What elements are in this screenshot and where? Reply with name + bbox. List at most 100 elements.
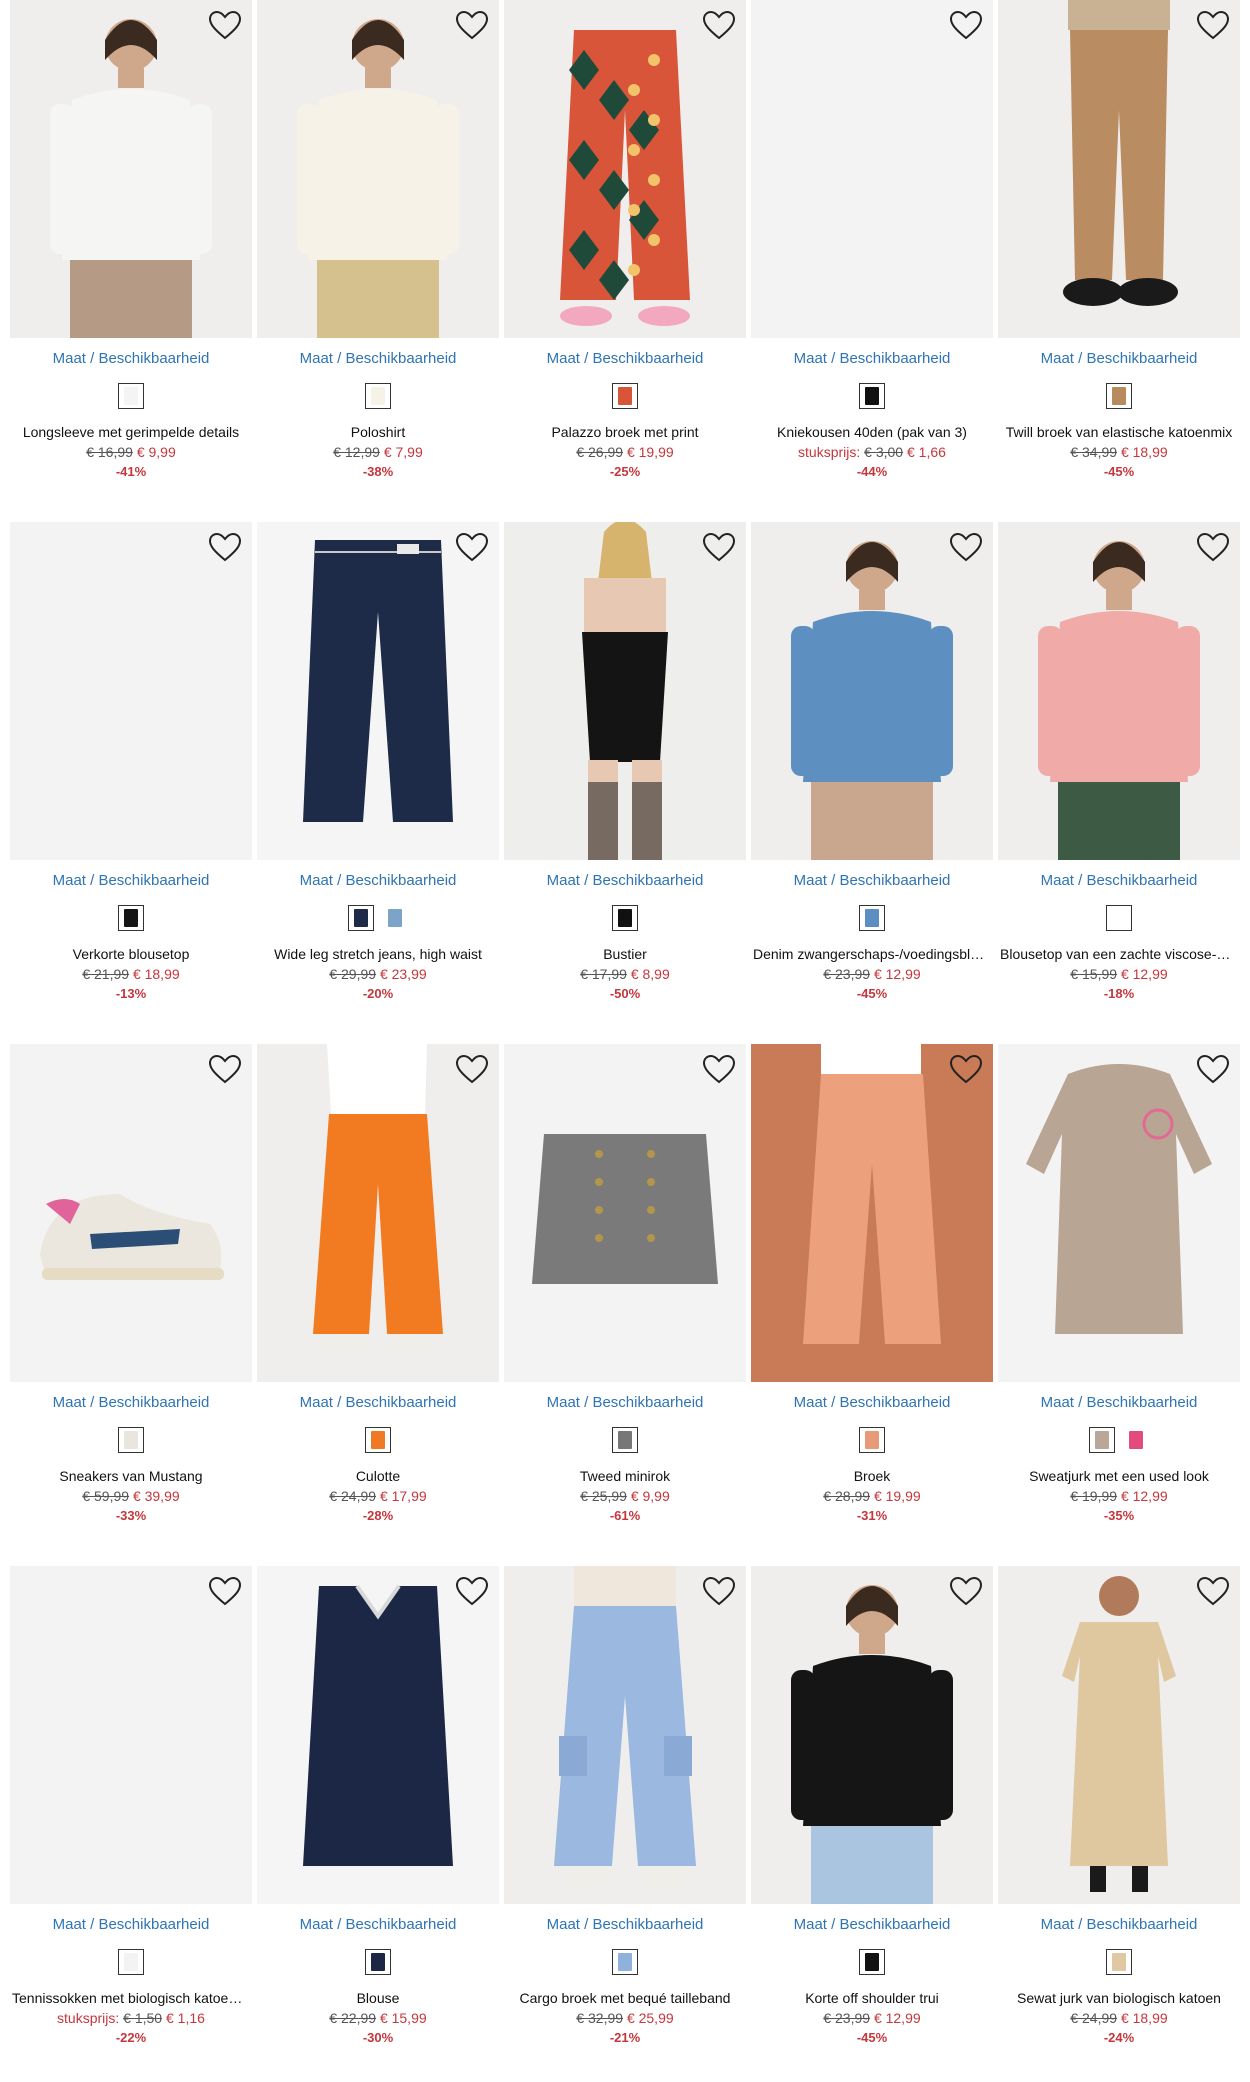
size-availability-link[interactable]: Maat / Beschikbaarheid: [998, 1394, 1240, 1411]
product-card[interactable]: Maat / Beschikbaarheid Cargo broek met be…: [504, 1566, 746, 2066]
product-image[interactable]: [504, 0, 746, 338]
color-swatch[interactable]: [612, 1427, 638, 1453]
size-availability-link[interactable]: Maat / Beschikbaarheid: [751, 1394, 993, 1411]
size-availability-link[interactable]: Maat / Beschikbaarheid: [257, 872, 499, 889]
product-title[interactable]: Palazzo broek met print: [506, 424, 744, 440]
wishlist-heart-icon[interactable]: [455, 1054, 489, 1084]
color-swatch[interactable]: [859, 1949, 885, 1975]
color-swatch[interactable]: [118, 905, 144, 931]
product-image[interactable]: [504, 522, 746, 860]
product-title[interactable]: Verkorte blousetop: [12, 946, 250, 962]
product-image[interactable]: [10, 0, 252, 338]
product-title[interactable]: Blouse: [259, 1990, 497, 2006]
product-title[interactable]: Korte off shoulder trui: [753, 1990, 991, 2006]
size-availability-link[interactable]: Maat / Beschikbaarheid: [751, 350, 993, 367]
wishlist-heart-icon[interactable]: [455, 1576, 489, 1606]
product-title[interactable]: Poloshirt: [259, 424, 497, 440]
wishlist-heart-icon[interactable]: [455, 10, 489, 40]
product-card[interactable]: Maat / Beschikbaarheid Korte off shoulder…: [751, 1566, 993, 2066]
wishlist-heart-icon[interactable]: [949, 1576, 983, 1606]
color-swatch[interactable]: [859, 383, 885, 409]
wishlist-heart-icon[interactable]: [702, 1054, 736, 1084]
color-swatch[interactable]: [859, 1427, 885, 1453]
product-image[interactable]: [257, 0, 499, 338]
product-card[interactable]: Maat / Beschikbaarheid Tennissokken met b…: [10, 1566, 252, 2066]
color-swatch[interactable]: [1106, 383, 1132, 409]
product-title[interactable]: Bustier: [506, 946, 744, 962]
color-swatch[interactable]: [118, 383, 144, 409]
product-image[interactable]: [504, 1566, 746, 1904]
product-title[interactable]: Culotte: [259, 1468, 497, 1484]
product-title[interactable]: Kniekousen 40den (pak van 3): [753, 424, 991, 440]
product-title[interactable]: Tweed minirok: [506, 1468, 744, 1484]
product-card[interactable]: Maat / Beschikbaarheid Culotte € 24,99 € 1…: [257, 1044, 499, 1544]
color-swatch[interactable]: [118, 1949, 144, 1975]
product-card[interactable]: Maat / Beschikbaarheid Bustier € 17,99 € 8…: [504, 522, 746, 1022]
size-availability-link[interactable]: Maat / Beschikbaarheid: [504, 872, 746, 889]
size-availability-link[interactable]: Maat / Beschikbaarheid: [504, 1394, 746, 1411]
product-card[interactable]: Maat / Beschikbaarheid Denim zwangerschap…: [751, 522, 993, 1022]
wishlist-heart-icon[interactable]: [455, 532, 489, 562]
product-card[interactable]: Maat / Beschikbaarheid Poloshirt € 12,99 €…: [257, 0, 499, 500]
color-swatch[interactable]: [365, 1427, 391, 1453]
wishlist-heart-icon[interactable]: [1196, 10, 1230, 40]
wishlist-heart-icon[interactable]: [208, 1576, 242, 1606]
size-availability-link[interactable]: Maat / Beschikbaarheid: [10, 1916, 252, 1933]
product-title[interactable]: Sneakers van Mustang: [12, 1468, 250, 1484]
wishlist-heart-icon[interactable]: [949, 1054, 983, 1084]
color-swatch[interactable]: [118, 1427, 144, 1453]
color-swatch[interactable]: [348, 905, 374, 931]
product-image[interactable]: [998, 522, 1240, 860]
wishlist-heart-icon[interactable]: [702, 1576, 736, 1606]
product-card[interactable]: Maat / Beschikbaarheid Broek € 28,99 € 19,…: [751, 1044, 993, 1544]
product-card[interactable]: Maat / Beschikbaarheid Twill broek van el…: [998, 0, 1240, 500]
color-swatch[interactable]: [365, 1949, 391, 1975]
product-card[interactable]: Maat / Beschikbaarheid Kniekousen 40den (…: [751, 0, 993, 500]
product-image[interactable]: [10, 522, 252, 860]
color-swatch[interactable]: [365, 383, 391, 409]
size-availability-link[interactable]: Maat / Beschikbaarheid: [257, 1916, 499, 1933]
size-availability-link[interactable]: Maat / Beschikbaarheid: [998, 872, 1240, 889]
product-image[interactable]: [257, 522, 499, 860]
color-swatch[interactable]: [612, 383, 638, 409]
product-image[interactable]: [751, 0, 993, 338]
wishlist-heart-icon[interactable]: [208, 532, 242, 562]
product-title[interactable]: Tennissokken met biologisch katoen (5 pa…: [12, 1990, 250, 2006]
size-availability-link[interactable]: Maat / Beschikbaarheid: [998, 1916, 1240, 1933]
product-card[interactable]: Maat / Beschikbaarheid Sneakers van Musta…: [10, 1044, 252, 1544]
product-card[interactable]: Maat / Beschikbaarheid Wide leg stretch j…: [257, 522, 499, 1022]
size-availability-link[interactable]: Maat / Beschikbaarheid: [10, 1394, 252, 1411]
wishlist-heart-icon[interactable]: [1196, 1576, 1230, 1606]
product-image[interactable]: [751, 1044, 993, 1382]
wishlist-heart-icon[interactable]: [949, 10, 983, 40]
product-image[interactable]: [751, 1566, 993, 1904]
product-title[interactable]: Broek: [753, 1468, 991, 1484]
product-title[interactable]: Wide leg stretch jeans, high waist: [259, 946, 497, 962]
product-image[interactable]: [998, 1566, 1240, 1904]
size-availability-link[interactable]: Maat / Beschikbaarheid: [257, 350, 499, 367]
product-image[interactable]: [10, 1566, 252, 1904]
wishlist-heart-icon[interactable]: [1196, 1054, 1230, 1084]
color-swatch[interactable]: [1089, 1427, 1115, 1453]
product-image[interactable]: [504, 1044, 746, 1382]
color-swatch[interactable]: [1123, 1427, 1149, 1453]
color-swatch[interactable]: [612, 905, 638, 931]
product-image[interactable]: [751, 522, 993, 860]
size-availability-link[interactable]: Maat / Beschikbaarheid: [998, 350, 1240, 367]
color-swatch[interactable]: [1106, 1949, 1132, 1975]
color-swatch[interactable]: [612, 1949, 638, 1975]
product-title[interactable]: Cargo broek met bequé tailleband: [506, 1990, 744, 2006]
product-card[interactable]: Maat / Beschikbaarheid Palazzo broek met …: [504, 0, 746, 500]
wishlist-heart-icon[interactable]: [949, 532, 983, 562]
color-swatch[interactable]: [1106, 905, 1132, 931]
product-title[interactable]: Denim zwangerschaps-/voedingsblouse: [753, 946, 991, 962]
product-title[interactable]: Blousetop van een zachte viscose-mix: [1000, 946, 1238, 962]
wishlist-heart-icon[interactable]: [702, 532, 736, 562]
size-availability-link[interactable]: Maat / Beschikbaarheid: [751, 872, 993, 889]
product-card[interactable]: Maat / Beschikbaarheid Verkorte blousetop…: [10, 522, 252, 1022]
product-title[interactable]: Twill broek van elastische katoenmix: [1000, 424, 1238, 440]
product-card[interactable]: Maat / Beschikbaarheid Longsleeve met ger…: [10, 0, 252, 500]
product-card[interactable]: Maat / Beschikbaarheid Blouse € 22,99 € 15…: [257, 1566, 499, 2066]
product-title[interactable]: Sweatjurk met een used look: [1000, 1468, 1238, 1484]
product-image[interactable]: [10, 1044, 252, 1382]
